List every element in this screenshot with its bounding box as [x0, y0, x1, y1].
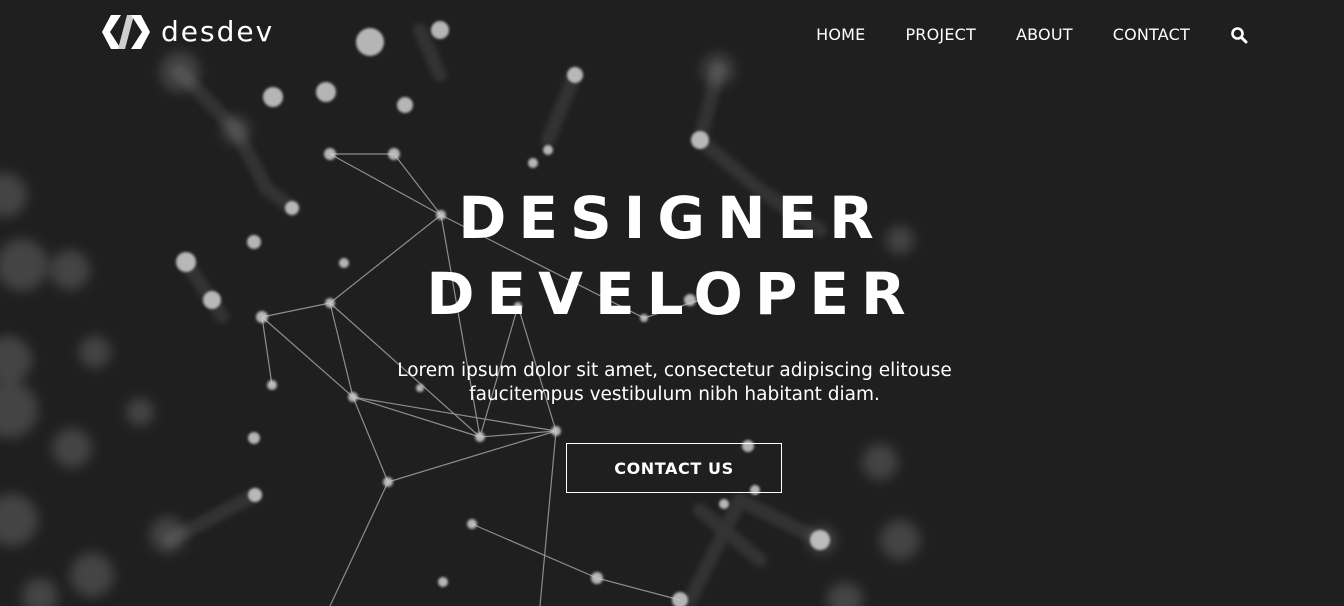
search-button[interactable] — [1230, 26, 1248, 44]
nav-about[interactable]: ABOUT — [1016, 22, 1073, 48]
brand-name: desdev — [161, 15, 275, 48]
search-icon — [1231, 27, 1248, 44]
hero-section: desdev HOME PROJECT ABOUT CONTACT DESIGN… — [0, 0, 1344, 606]
contact-us-button[interactable]: CONTACT US — [566, 443, 782, 493]
main-nav: HOME PROJECT ABOUT CONTACT — [816, 22, 1248, 48]
nav-home[interactable]: HOME — [816, 22, 865, 48]
hero-headline: DESIGNER DEVELOPER — [0, 180, 1344, 332]
headline-line-designer: DESIGNER — [458, 184, 886, 252]
nav-contact[interactable]: CONTACT — [1113, 22, 1190, 48]
nav-project[interactable]: PROJECT — [905, 22, 976, 48]
chevron-code-logo-icon — [102, 15, 150, 49]
top-navbar: desdev HOME PROJECT ABOUT CONTACT — [0, 0, 1344, 70]
hero-subtitle: Lorem ipsum dolor sit amet, consectetur … — [397, 360, 952, 405]
brand-logo[interactable]: desdev — [101, 14, 274, 50]
headline-line-developer: DEVELOPER — [426, 260, 918, 328]
